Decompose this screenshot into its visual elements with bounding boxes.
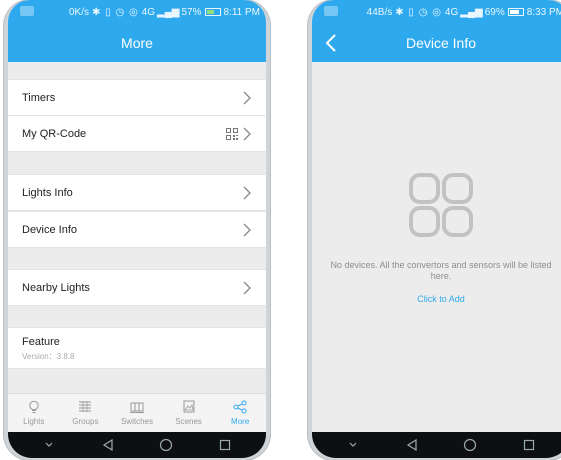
network-speed: 44B/s (366, 6, 393, 18)
square-recents-icon (523, 439, 534, 451)
phone-frame-right: 44B/s ✱ ▯ ◷ ◎ 4G ▂▄▆ 69% 8:33 PM Device … (308, 0, 561, 460)
share-icon (233, 400, 247, 414)
feature-section: Feature Version：3.8.8 (8, 327, 266, 369)
status-time: 8:33 PM (526, 6, 561, 18)
menu-item-nearby-lights[interactable]: Nearby Lights (8, 269, 266, 306)
menu-item-label: Nearby Lights (22, 281, 90, 294)
status-time: 8:11 PM (223, 6, 261, 18)
page-title: More (121, 35, 153, 51)
device-info-screen: 44B/s ✱ ▯ ◷ ◎ 4G ▂▄▆ 69% 8:33 PM Device … (312, 0, 561, 458)
carrier-icon (20, 6, 34, 16)
chevron-left-icon (325, 34, 336, 52)
chevron-down-icon (45, 442, 53, 447)
switch-icon (129, 402, 144, 413)
tab-label: Lights (23, 417, 45, 426)
menu-item-label: Device Info (22, 223, 78, 236)
status-icons: ✱ ▯ ◷ ◎ (92, 6, 139, 18)
chevron-right-icon (243, 91, 251, 104)
home-nav-button[interactable] (462, 437, 478, 453)
back-nav-button[interactable] (404, 437, 420, 453)
version-label: Version：3.8.8 (22, 352, 75, 361)
network-speed: 0K/s (68, 6, 89, 18)
back-nav-button[interactable] (100, 437, 116, 453)
triangle-back-icon (406, 439, 417, 451)
title-bar: More (8, 24, 266, 62)
title-bar: Device Info (312, 24, 561, 62)
signal-icon: ▂▄▆ (157, 6, 180, 18)
devices-grid-icon (409, 173, 473, 237)
system-nav-bar (312, 432, 561, 458)
home-nav-button[interactable] (158, 437, 174, 453)
recents-nav-button[interactable] (217, 437, 233, 453)
tab-label: Groups (72, 417, 99, 426)
menu-item-qr-code[interactable]: My QR-Code (8, 115, 266, 152)
groups-icon (79, 401, 92, 412)
tab-label: Scenes (175, 417, 202, 426)
qr-code-icon (226, 127, 238, 140)
tab-switches[interactable]: Switches (111, 394, 163, 432)
more-screen: 0K/s ✱ ▯ ◷ ◎ 4G ▂▄▆ 57% 8:11 PM More Tim… (8, 0, 266, 458)
chevron-right-icon (243, 127, 251, 140)
recents-nav-button[interactable] (521, 437, 537, 453)
battery-percent: 57% (181, 6, 202, 18)
tab-scenes[interactable]: Scenes (163, 394, 215, 432)
phone-frame-left: 0K/s ✱ ▯ ◷ ◎ 4G ▂▄▆ 57% 8:11 PM More Tim… (4, 0, 270, 460)
tab-lights[interactable]: Lights (8, 394, 60, 432)
circle-home-icon (464, 438, 477, 452)
menu-item-lights-info[interactable]: Lights Info (8, 174, 266, 211)
back-button[interactable] (318, 30, 344, 56)
menu-item-device-info[interactable]: Device Info (8, 211, 266, 248)
menu-item-timers[interactable]: Timers (8, 79, 266, 116)
battery-percent: 69% (484, 6, 505, 18)
collapse-nav-button[interactable] (345, 437, 361, 453)
chevron-right-icon (243, 223, 251, 236)
signal-label: 4G (141, 6, 156, 18)
empty-state: No devices. All the convertors and senso… (312, 62, 561, 432)
collapse-nav-button[interactable] (41, 437, 57, 453)
chevron-right-icon (243, 186, 251, 199)
system-nav-bar (8, 432, 266, 458)
carrier-icon (324, 6, 338, 16)
square-recents-icon (219, 439, 230, 451)
chevron-down-icon (349, 442, 357, 447)
bottom-tab-bar: Lights Groups Switches Scenes More (8, 393, 266, 432)
empty-message: No devices. All the convertors and senso… (330, 260, 552, 281)
tab-label: Switches (120, 417, 153, 426)
status-bar: 0K/s ✱ ▯ ◷ ◎ 4G ▂▄▆ 57% 8:11 PM (8, 0, 266, 24)
feature-title: Feature (22, 336, 60, 348)
triangle-back-icon (102, 439, 113, 451)
status-bar: 44B/s ✱ ▯ ◷ ◎ 4G ▂▄▆ 69% 8:33 PM (312, 0, 561, 24)
signal-label: 4G (444, 6, 459, 18)
tab-groups[interactable]: Groups (60, 394, 112, 432)
status-icons: ✱ ▯ ◷ ◎ (395, 6, 442, 18)
tab-more[interactable]: More (214, 394, 266, 432)
menu-item-label: Lights Info (22, 186, 73, 199)
circle-home-icon (160, 438, 173, 452)
bulb-icon (29, 400, 39, 413)
chevron-right-icon (243, 281, 251, 294)
menu-item-label: Timers (22, 91, 56, 104)
scene-icon (183, 400, 195, 413)
menu-item-label: My QR-Code (22, 127, 87, 140)
page-title: Device Info (405, 35, 477, 51)
click-to-add-link[interactable]: Click to Add (312, 294, 561, 304)
battery-icon (204, 8, 221, 16)
signal-icon: ▂▄▆ (460, 6, 483, 18)
tab-label: More (231, 417, 250, 426)
battery-icon (507, 8, 524, 16)
